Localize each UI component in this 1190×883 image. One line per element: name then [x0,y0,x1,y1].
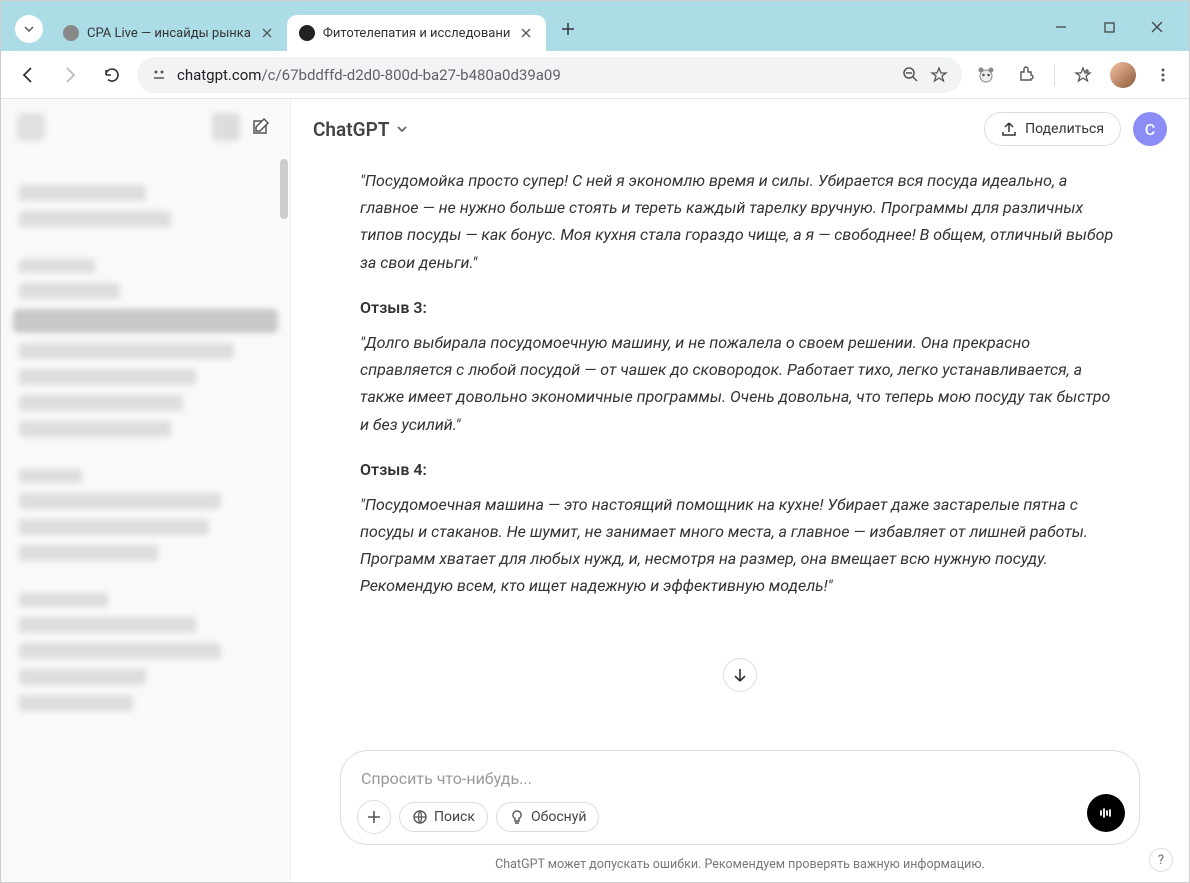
toolbar-extensions [970,59,1179,91]
assistant-message: "Посудомойка просто супер! С ней я эконо… [360,167,1120,600]
review-text: "Посудомойка просто супер! С ней я эконо… [360,167,1120,276]
arrow-down-icon [732,667,748,683]
chat-header: ChatGPT Поделиться С [291,99,1189,159]
chat-messages[interactable]: "Посудомойка просто супер! С ней я эконо… [291,159,1189,736]
extension-panda-icon[interactable] [970,59,1002,91]
tab-title: CPA Live — инсайды рынка [87,26,251,41]
review-text: "Посудомоечная машина — это настоящий по… [360,491,1120,600]
lightbulb-icon [509,809,525,825]
new-tab-button[interactable] [552,13,584,45]
chevron-down-icon [23,23,35,35]
browser-tabs: CPA Live — инсайды рынка Фитотелепатия и… [51,13,1039,51]
tab-title: Фитотелепатия и исследовани [323,26,510,41]
profile-avatar[interactable] [1107,59,1139,91]
bookmark-star-icon[interactable] [930,66,948,84]
plus-icon [366,809,382,825]
close-icon[interactable] [259,25,275,41]
maximize-button[interactable] [1087,11,1131,43]
new-chat-icon[interactable] [246,113,274,141]
forward-button[interactable] [53,58,87,92]
chat-main: ChatGPT Поделиться С "Посудомойка просто… [291,99,1189,882]
extensions-puzzle-icon[interactable] [1010,59,1042,91]
disclaimer-text: ChatGPT может допускать ошибки. Рекоменд… [291,851,1189,882]
chat-input-area: Поиск Обоснуй [291,736,1189,851]
review-heading: Отзыв 3: [360,294,1120,321]
browser-tab[interactable]: CPA Live — инсайды рынка [51,15,287,51]
app-content: ChatGPT Поделиться С "Посудомойка просто… [1,99,1189,882]
back-button[interactable] [11,58,45,92]
share-label: Поделиться [1025,121,1104,137]
globe-icon [412,809,428,825]
sidebar-scrollbar[interactable] [280,159,288,219]
scroll-to-bottom-button[interactable] [723,658,757,692]
chat-sidebar [1,99,291,882]
review-heading: Отзыв 4: [360,456,1120,483]
browser-toolbar: chatgpt.com/c/67bddffd-d2d0-800d-ba27-b4… [1,51,1189,99]
window-controls [1039,11,1179,43]
browser-menu-icon[interactable] [1147,59,1179,91]
browser-tab-active[interactable]: Фитотелепатия и исследовани [287,15,546,51]
chat-input[interactable] [357,765,1123,800]
site-settings-icon[interactable] [151,67,167,83]
reason-tool-label: Обоснуй [531,809,586,825]
review-text: "Долго выбирала посудомоечную машину, и … [360,329,1120,438]
waveform-icon [1097,804,1115,822]
model-selector[interactable]: ChatGPT [313,118,409,141]
help-button[interactable]: ? [1149,848,1173,872]
sidebar-logo[interactable] [17,113,45,141]
voice-input-button[interactable] [1087,794,1125,832]
chevron-down-icon [395,122,409,136]
globe-icon [63,25,79,41]
close-window-button[interactable] [1135,11,1179,43]
search-tool-label: Поиск [434,809,475,825]
upload-icon [1001,121,1017,137]
user-avatar[interactable]: С [1133,112,1167,146]
url-text: chatgpt.com/c/67bddffd-d2d0-800d-ba27-b4… [177,66,561,84]
minimize-button[interactable] [1039,11,1083,43]
zoom-icon[interactable] [902,66,920,84]
chat-input-box: Поиск Обоснуй [340,750,1140,845]
attach-button[interactable] [357,800,391,834]
browser-titlebar: CPA Live — инсайды рынка Фитотелепатия и… [1,1,1189,51]
user-initial: С [1145,120,1155,139]
toolbar-divider [1054,64,1055,86]
tab-search-dropdown[interactable] [15,15,43,43]
reason-tool-button[interactable]: Обоснуй [496,802,599,832]
chatgpt-icon [299,25,315,41]
sidebar-item-active[interactable] [13,309,278,333]
reload-button[interactable] [95,58,129,92]
brand-label: ChatGPT [313,118,389,141]
close-icon[interactable] [518,25,534,41]
sidebar-collapse-icon[interactable] [212,113,240,141]
input-tools: Поиск Обоснуй [357,800,1123,834]
address-bar[interactable]: chatgpt.com/c/67bddffd-d2d0-800d-ba27-b4… [137,57,962,93]
favorites-icon[interactable] [1067,59,1099,91]
search-tool-button[interactable]: Поиск [399,802,488,832]
share-button[interactable]: Поделиться [984,112,1121,146]
